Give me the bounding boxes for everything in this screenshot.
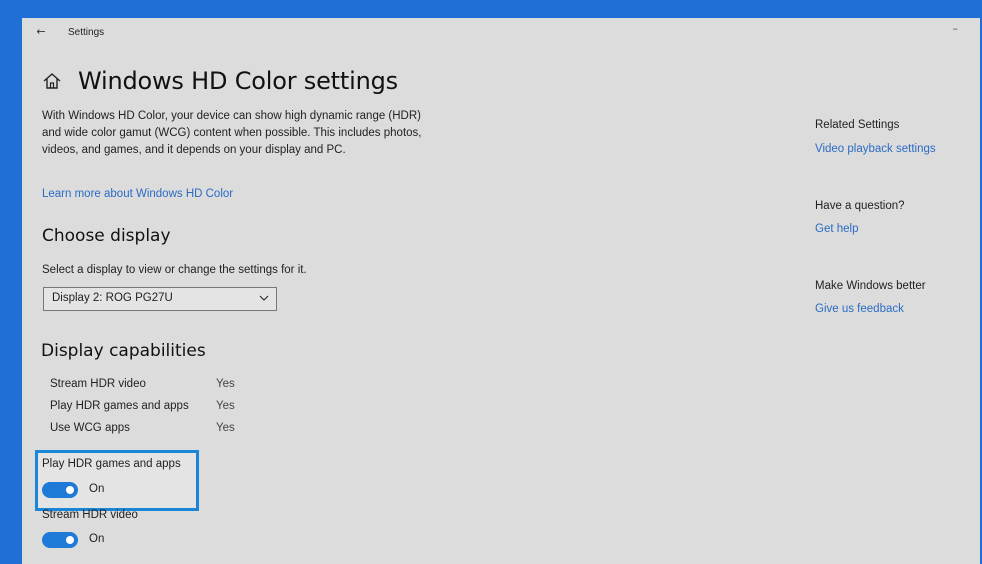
page-title: Windows HD Color settings <box>78 67 398 95</box>
display-capabilities-heading: Display capabilities <box>41 341 206 361</box>
toggle-knob <box>66 486 74 494</box>
stream-hdr-toggle-state: On <box>89 533 105 545</box>
display-dropdown[interactable]: Display 2: ROG PG27U <box>43 287 277 311</box>
chevron-down-icon <box>259 295 269 301</box>
capability-value: Yes <box>216 400 235 412</box>
title-bar: ← Settings – <box>22 18 980 48</box>
get-help-link[interactable]: Get help <box>815 223 858 235</box>
choose-display-heading: Choose display <box>42 226 171 246</box>
choose-display-label: Select a display to view or change the s… <box>42 264 307 276</box>
page-description: With Windows HD Color, your device can s… <box>42 110 422 156</box>
home-icon[interactable] <box>42 71 62 91</box>
display-dropdown-value: Display 2: ROG PG27U <box>52 292 173 304</box>
stream-hdr-toggle-label: Stream HDR video <box>42 509 138 521</box>
hdr-games-toggle-state: On <box>89 483 105 495</box>
related-settings-heading: Related Settings <box>815 119 900 131</box>
capability-label: Use WCG apps <box>50 422 130 434</box>
capability-value: Yes <box>216 422 235 434</box>
have-a-question-heading: Have a question? <box>815 200 905 212</box>
learn-more-link[interactable]: Learn more about Windows HD Color <box>42 188 233 200</box>
settings-window: ← Settings – Windows HD Color settings W… <box>22 18 980 564</box>
give-feedback-link[interactable]: Give us feedback <box>815 303 904 315</box>
app-title: Settings <box>68 27 105 38</box>
hdr-games-toggle-label: Play HDR games and apps <box>42 458 181 470</box>
make-windows-better-heading: Make Windows better <box>815 280 926 292</box>
hdr-games-toggle[interactable] <box>42 482 78 498</box>
minimize-button[interactable]: – <box>953 22 959 35</box>
stream-hdr-toggle[interactable] <box>42 532 78 548</box>
capability-value: Yes <box>216 378 235 390</box>
back-button[interactable]: ← <box>33 24 49 40</box>
toggle-knob <box>66 536 74 544</box>
capability-label: Play HDR games and apps <box>50 400 189 412</box>
video-playback-settings-link[interactable]: Video playback settings <box>815 143 936 155</box>
capability-label: Stream HDR video <box>50 378 146 390</box>
